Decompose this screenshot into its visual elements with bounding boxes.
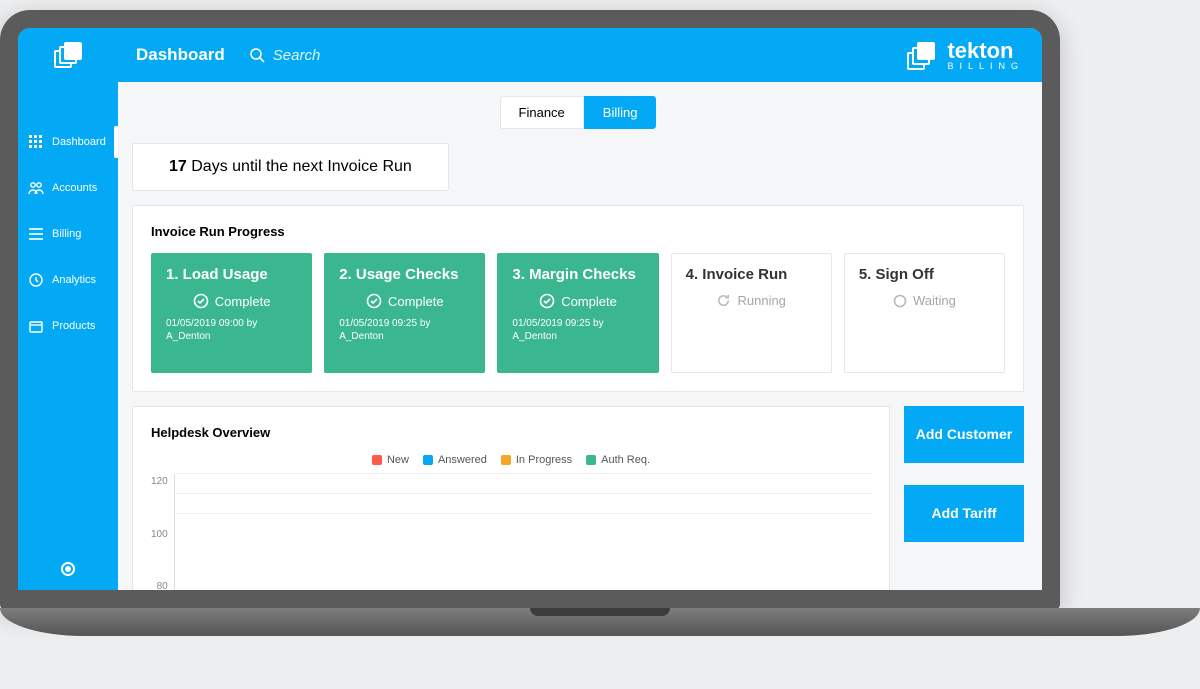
brand-logo-icon — [907, 40, 937, 70]
step-usage-checks[interactable]: 2. Usage Checks Complete 01/05/2019 09:2… — [324, 253, 485, 373]
step-title: 2. Usage Checks — [339, 266, 470, 283]
step-status: Complete — [388, 294, 444, 309]
step-margin-checks[interactable]: 3. Margin Checks Complete 01/05/2019 09:… — [497, 253, 658, 373]
add-tariff-button[interactable]: Add Tariff — [904, 485, 1024, 542]
chart-yaxis: 12010080 — [151, 474, 168, 590]
target-icon[interactable] — [61, 562, 75, 576]
swatch-auth-icon — [586, 455, 596, 465]
chart-plot: 211772581513148 — [174, 474, 871, 590]
add-customer-button[interactable]: Add Customer — [904, 406, 1024, 463]
step-sign-off[interactable]: 5. Sign Off Waiting — [844, 253, 1005, 373]
step-title: 5. Sign Off — [859, 266, 990, 283]
legend-answered: Answered — [438, 454, 487, 466]
swatch-inprogress-icon — [501, 455, 511, 465]
page-title: Dashboard — [136, 45, 225, 65]
helpdesk-title: Helpdesk Overview — [151, 425, 871, 440]
legend-auth: Auth Req. — [601, 454, 650, 466]
step-title: 1. Load Usage — [166, 266, 297, 283]
laptop-frame: Dashboard Accounts Billing — [0, 10, 1200, 636]
search-icon — [249, 47, 265, 63]
mode-tabs: Finance Billing — [132, 96, 1024, 129]
legend-new: New — [387, 454, 409, 466]
swatch-answered-icon — [423, 455, 433, 465]
sidebar-item-label: Billing — [52, 228, 81, 240]
chart-legend: New Answered In Progress Auth Req. — [151, 454, 871, 466]
people-icon — [28, 180, 44, 196]
check-icon — [539, 293, 555, 309]
grid-icon — [28, 134, 44, 150]
progress-title: Invoice Run Progress — [151, 224, 1005, 239]
step-meta: 01/05/2019 09:00 by A_Denton — [166, 317, 297, 343]
sidebar-item-billing[interactable]: Billing — [18, 222, 118, 246]
sidebar-item-analytics[interactable]: Analytics — [18, 268, 118, 292]
sidebar-item-label: Accounts — [52, 182, 97, 194]
brand-name: tekton — [947, 40, 1024, 62]
topbar: Dashboard Search tekton BILLING — [118, 28, 1042, 82]
sidebar-item-dashboard[interactable]: Dashboard — [18, 130, 118, 154]
laptop-base — [0, 608, 1200, 636]
refresh-icon — [716, 293, 731, 308]
legend-inprogress: In Progress — [516, 454, 572, 466]
list-icon — [28, 226, 44, 242]
tab-finance[interactable]: Finance — [500, 96, 584, 129]
sidebar-item-products[interactable]: Products — [18, 314, 118, 338]
step-status: Running — [737, 293, 785, 308]
step-title: 4. Invoice Run — [686, 266, 817, 283]
helpdesk-card: Helpdesk Overview New Answered In Progre… — [132, 406, 890, 590]
box-icon — [28, 318, 44, 334]
countdown-text: Days until the next Invoice Run — [191, 158, 412, 175]
helpdesk-chart: 12010080 211772581513148 — [151, 474, 871, 590]
step-status: Waiting — [913, 293, 956, 308]
brand-sub: BILLING — [947, 62, 1024, 71]
step-title: 3. Margin Checks — [512, 266, 643, 283]
step-meta: 01/05/2019 09:25 by A_Denton — [512, 317, 643, 343]
sidebar-item-accounts[interactable]: Accounts — [18, 176, 118, 200]
search-input[interactable]: Search — [249, 47, 321, 64]
check-icon — [193, 293, 209, 309]
sidebar-item-label: Dashboard — [52, 136, 106, 148]
sidebar-item-label: Analytics — [52, 274, 96, 286]
swatch-new-icon — [372, 455, 382, 465]
step-invoice-run[interactable]: 4. Invoice Run Running — [671, 253, 832, 373]
step-status: Complete — [215, 294, 271, 309]
brand: tekton BILLING — [907, 40, 1024, 71]
circle-icon — [893, 294, 907, 308]
sidebar-item-label: Products — [52, 320, 95, 332]
countdown-card: 17 Days until the next Invoice Run — [132, 143, 449, 191]
clock-icon — [28, 272, 44, 288]
step-status: Complete — [561, 294, 617, 309]
tab-billing[interactable]: Billing — [584, 96, 657, 129]
step-load-usage[interactable]: 1. Load Usage Complete 01/05/2019 09:00 … — [151, 253, 312, 373]
app-logo-icon — [54, 42, 82, 70]
check-icon — [366, 293, 382, 309]
sidebar: Dashboard Accounts Billing — [18, 28, 118, 590]
countdown-days: 17 — [169, 158, 187, 175]
progress-card: Invoice Run Progress 1. Load Usage Compl… — [132, 205, 1024, 392]
step-meta: 01/05/2019 09:25 by A_Denton — [339, 317, 470, 343]
search-placeholder: Search — [273, 47, 321, 64]
